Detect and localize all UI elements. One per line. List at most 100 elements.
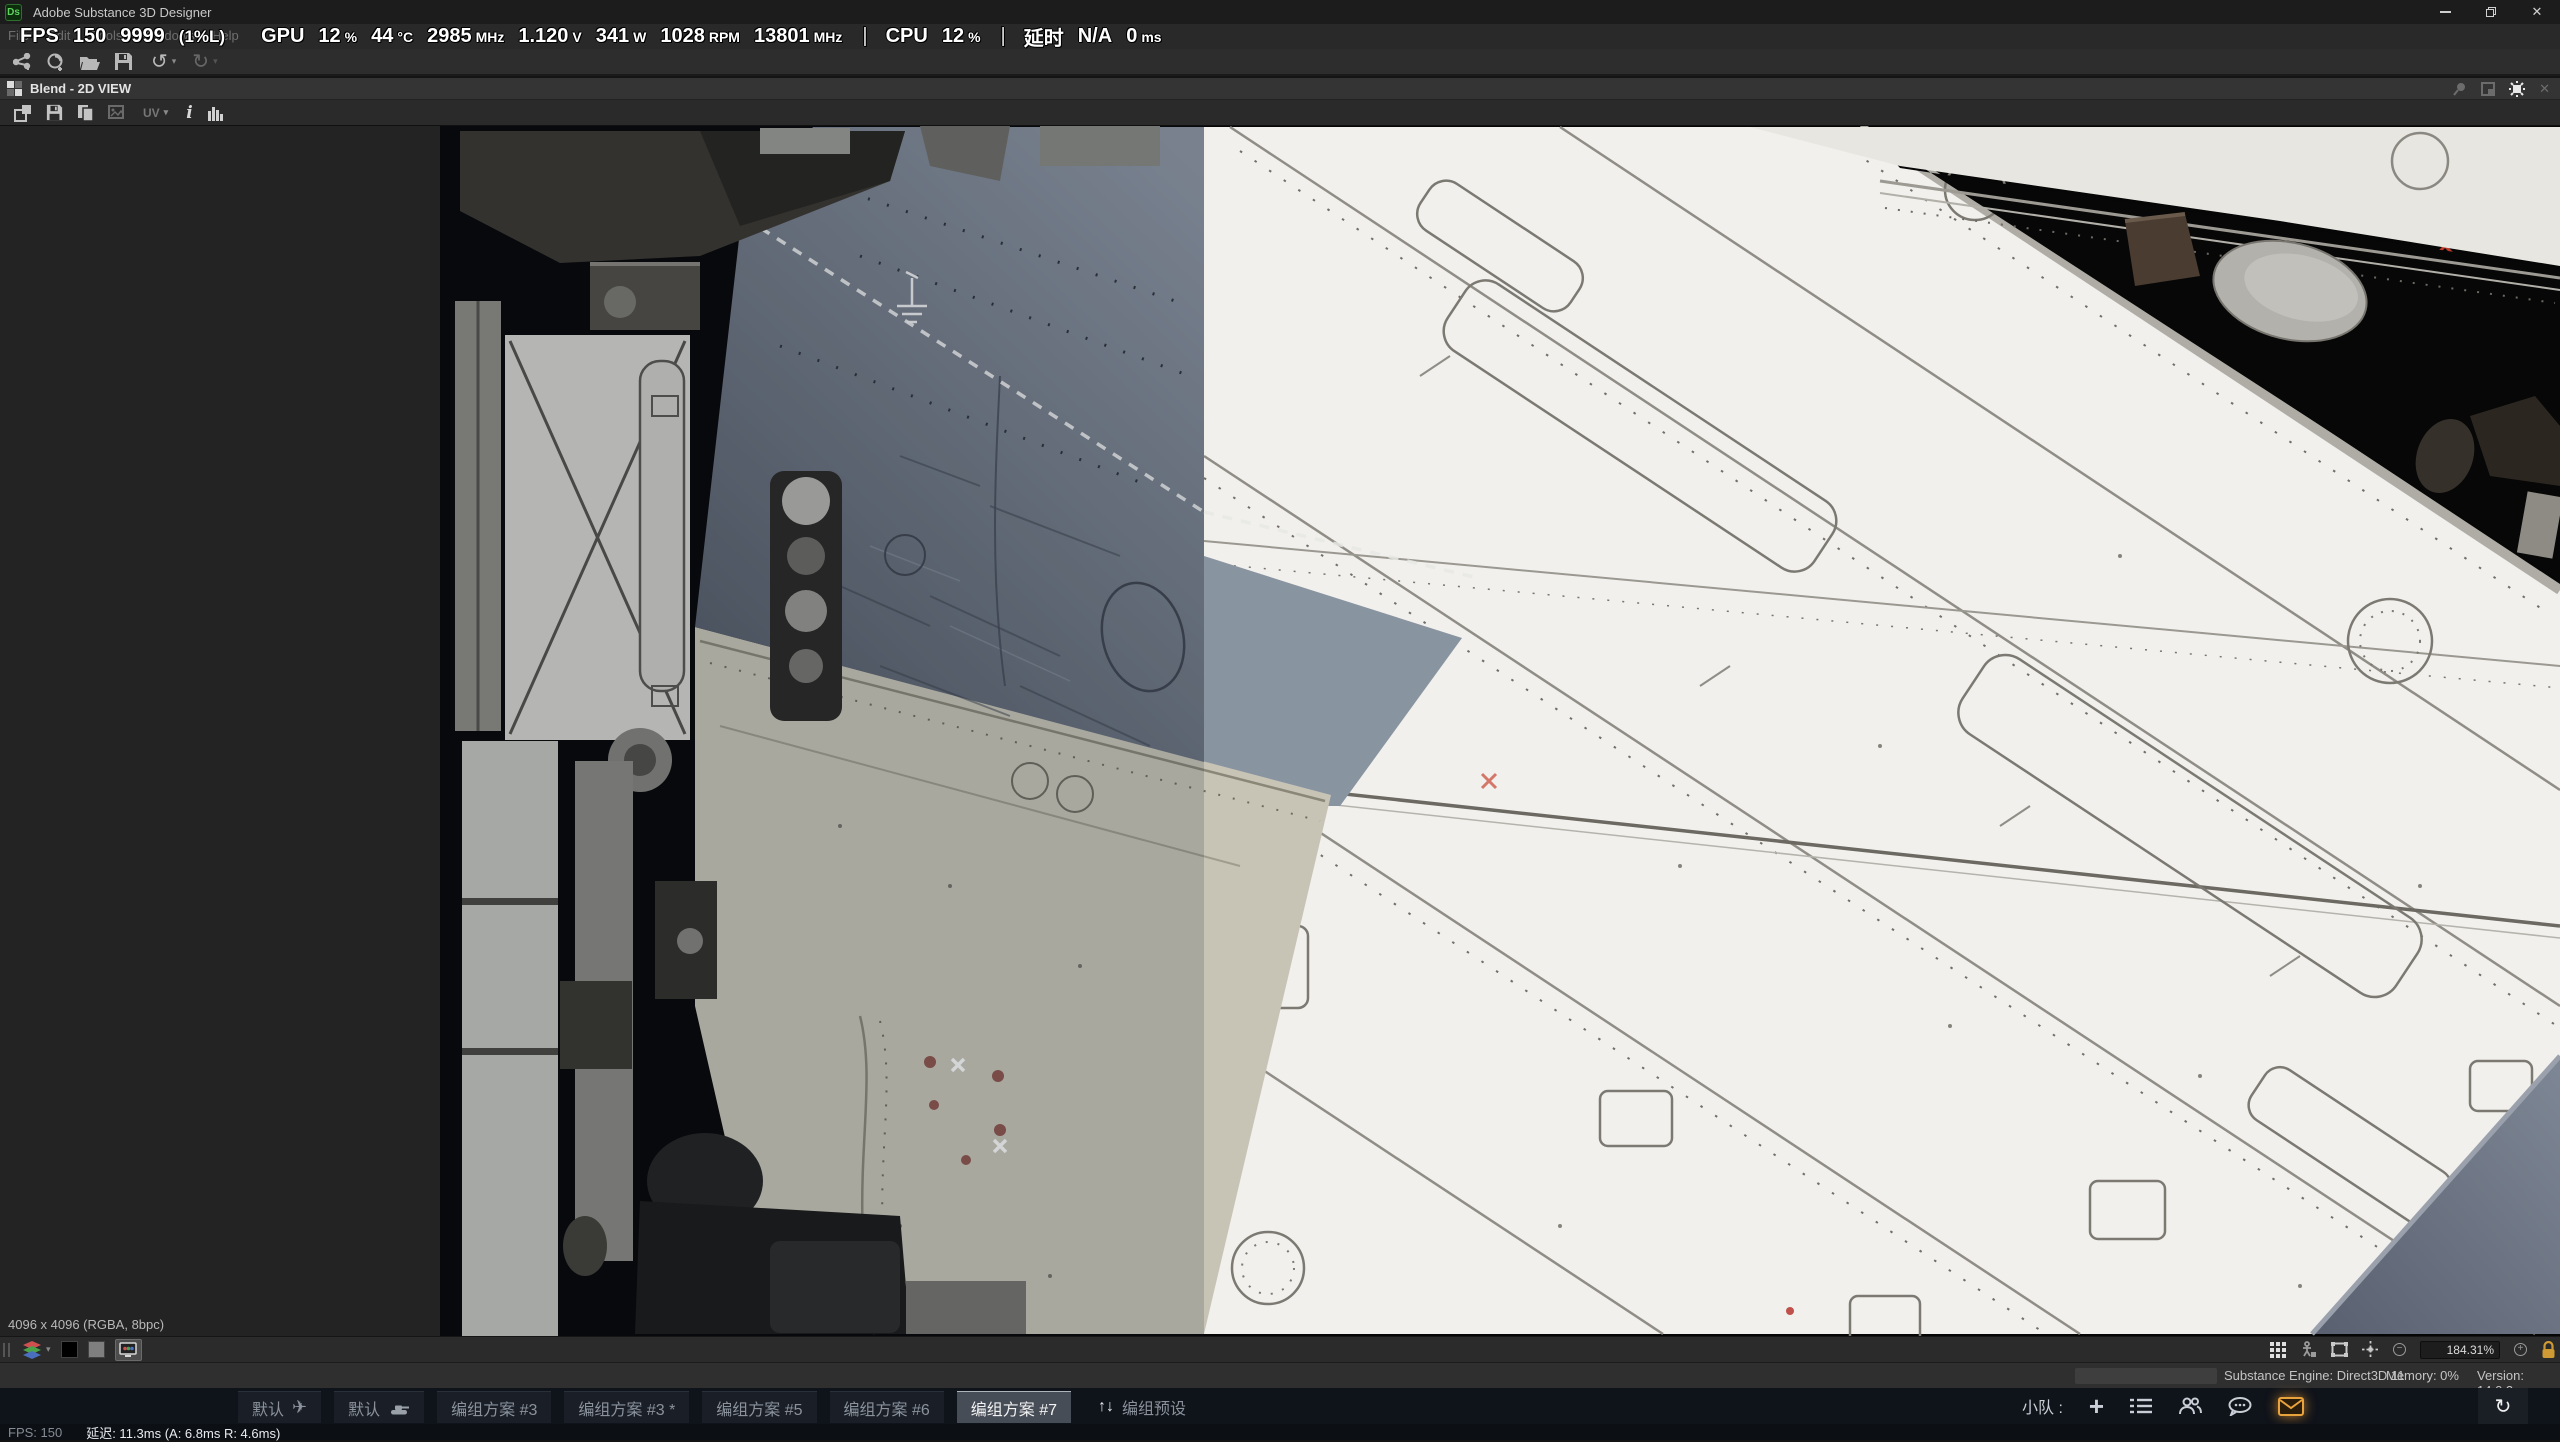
folder-open-icon xyxy=(79,53,101,71)
panel-checker-icon xyxy=(7,81,22,96)
latency-counter: 延迟: 11.3ms (A: 6.8ms R: 4.6ms) xyxy=(86,1423,280,1442)
osd-fps-value: 150 xyxy=(73,25,106,48)
resolution-label: 4096 x 4096 (RGBA, 8bpc) xyxy=(8,1317,164,1332)
export-image-button[interactable] xyxy=(108,105,127,121)
copy-view-button[interactable] xyxy=(77,104,94,122)
osd-gpu-load: 12 xyxy=(318,25,340,48)
preset-tabs: 默认 ✈ 默认 编组方案 #3 编组方案 #3 * 编组方案 #5 编组方案 #… xyxy=(238,1391,1200,1423)
redo-button[interactable]: ↻ xyxy=(192,49,209,74)
info-button[interactable]: i xyxy=(186,103,192,123)
add-member-button[interactable]: + xyxy=(2089,1396,2104,1416)
updown-icon: ↑↓ xyxy=(1098,1398,1114,1416)
zoom-level-input[interactable]: 184.31% xyxy=(2420,1341,2500,1359)
list-icon xyxy=(2130,1397,2152,1415)
view-toolbar: UV▾ i xyxy=(0,100,2560,126)
save-button[interactable] xyxy=(114,52,133,71)
osd-fps-low-label: (1%L) xyxy=(179,27,225,47)
histogram-button[interactable] xyxy=(207,105,225,121)
background-swatch-black[interactable] xyxy=(61,1341,78,1358)
bottom-status-line: FPS: 150 延迟: 11.3ms (A: 6.8ms R: 4.6ms) xyxy=(0,1424,2560,1440)
background-swatch-gray[interactable] xyxy=(88,1341,105,1358)
osd-latency-label: 延时 xyxy=(1024,22,1064,51)
redo-dropdown[interactable]: ▾ xyxy=(213,56,218,67)
zoom-out-button[interactable]: − xyxy=(2393,1343,2406,1356)
sync-button[interactable]: ↻ xyxy=(2478,1388,2528,1424)
osd-latency-value: N/A xyxy=(1078,25,1112,48)
mail-icon xyxy=(2278,1397,2304,1416)
tab-scheme-3-modified[interactable]: 编组方案 #3 * xyxy=(564,1391,689,1423)
uv-mode-dropdown[interactable]: UV▾ xyxy=(143,106,168,120)
osd-gpu-power: 341 xyxy=(596,25,629,48)
pan-icon[interactable] xyxy=(2362,1341,2379,1358)
fit-view-button[interactable] xyxy=(14,104,32,122)
monitor-rgb-icon xyxy=(119,1342,137,1358)
tab-default-tank[interactable]: 默认 xyxy=(334,1391,424,1423)
layers-dropdown[interactable]: ▾ xyxy=(22,1341,51,1359)
channel-bar: ▾ − 184.31% + xyxy=(0,1336,2560,1362)
squad-button[interactable] xyxy=(2178,1397,2202,1415)
lock-icon[interactable] xyxy=(2541,1341,2556,1359)
tab-group-presets[interactable]: ↑↓ 编组预设 xyxy=(1084,1391,1200,1423)
list-button[interactable] xyxy=(2130,1397,2152,1415)
panel-header: Blend - 2D VIEW ✕ xyxy=(0,78,2560,100)
menu-bar: File Edit Tools Windows Help FPS 150 999… xyxy=(0,24,2560,49)
panel-close-icon[interactable]: ✕ xyxy=(2539,81,2550,97)
osd-gpu-fan: 1028 xyxy=(660,25,705,48)
undo-dropdown[interactable]: ▾ xyxy=(172,56,177,67)
title-bar: Ds Adobe Substance 3D Designer ✕ xyxy=(0,0,2560,24)
osd-fps-low: 9999 xyxy=(120,25,165,48)
drag-handle[interactable] xyxy=(8,1343,10,1357)
chat-icon xyxy=(2228,1397,2252,1416)
osd-fps-label: FPS xyxy=(20,25,59,48)
chevron-down-icon: ▾ xyxy=(46,1344,51,1355)
zoom-in-button[interactable]: + xyxy=(2514,1343,2527,1356)
close-icon: ✕ xyxy=(2532,4,2543,20)
app-logo-icon: Ds xyxy=(5,4,22,21)
sync-icon: ↻ xyxy=(2495,1394,2512,1419)
tab-default-plane[interactable]: 默认 ✈ xyxy=(238,1391,321,1423)
tab-scheme-3[interactable]: 编组方案 #3 xyxy=(437,1391,551,1423)
minimize-icon xyxy=(2440,11,2451,13)
new-package-icon xyxy=(46,52,66,72)
chevron-down-icon: ▾ xyxy=(164,107,169,118)
new-package-button[interactable] xyxy=(46,52,66,72)
open-button[interactable] xyxy=(79,53,101,71)
float-window-icon[interactable] xyxy=(2481,82,2495,96)
mannequin-icon[interactable] xyxy=(2300,1341,2317,1358)
histogram-icon xyxy=(207,105,225,121)
chat-button[interactable] xyxy=(2228,1397,2252,1416)
nodes-icon xyxy=(13,53,33,71)
tab-scheme-5[interactable]: 编组方案 #5 xyxy=(702,1391,816,1423)
close-button[interactable]: ✕ xyxy=(2514,0,2560,24)
osd-gpu-mem: 13801 xyxy=(754,25,810,48)
osd-gpu-clock: 2985 xyxy=(427,25,472,48)
pin-icon[interactable] xyxy=(2453,82,2467,96)
layers-icon xyxy=(22,1341,42,1359)
texture-shadow-overlay xyxy=(440,126,1204,1336)
tab-scheme-7[interactable]: 编组方案 #7 xyxy=(957,1391,1071,1423)
2d-view-canvas[interactable]: 4096 x 4096 (RGBA, 8bpc) xyxy=(0,126,2560,1336)
copy-icon xyxy=(77,104,94,122)
mail-button[interactable] xyxy=(2278,1397,2304,1416)
osd-cpu-load: 12 xyxy=(942,25,964,48)
team-label: 小队 : xyxy=(2022,1394,2063,1418)
restore-icon xyxy=(2486,7,2496,17)
undo-button[interactable]: ↺ xyxy=(151,49,168,74)
texture-image xyxy=(0,126,2560,1336)
focus-view-icon[interactable] xyxy=(2509,81,2525,97)
drag-handle[interactable] xyxy=(3,1343,5,1357)
frame-icon[interactable] xyxy=(2331,1342,2348,1357)
osd-gpu-temp: 44 xyxy=(371,25,393,48)
progress-bar xyxy=(2075,1368,2217,1384)
memory-status: Memory: 0% xyxy=(2386,1368,2459,1383)
grid-toggle-icon[interactable] xyxy=(2270,1342,2286,1358)
tab-scheme-6[interactable]: 编组方案 #6 xyxy=(830,1391,944,1423)
minimize-button[interactable] xyxy=(2422,0,2468,24)
display-mode-button[interactable] xyxy=(115,1339,142,1361)
save-view-button[interactable] xyxy=(46,104,63,121)
team-controls: 小队 : + xyxy=(2022,1388,2304,1424)
restore-button[interactable] xyxy=(2468,0,2514,24)
graph-nodes-button[interactable] xyxy=(13,53,33,71)
engine-status: Substance Engine: Direct3D 11 xyxy=(2224,1368,2404,1383)
tank-icon xyxy=(388,1401,410,1415)
